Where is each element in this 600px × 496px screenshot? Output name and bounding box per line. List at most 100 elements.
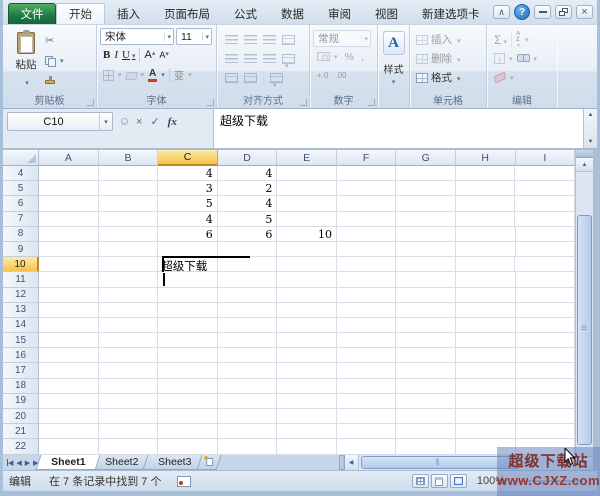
- cell-B4[interactable]: [98, 166, 159, 182]
- macro-record-button[interactable]: [177, 475, 192, 487]
- wrap-text-icon[interactable]: [282, 34, 295, 45]
- cell-I18[interactable]: [515, 378, 575, 394]
- scroll-up-button[interactable]: ▲: [576, 158, 593, 172]
- cell-C18[interactable]: [158, 378, 218, 394]
- close-button[interactable]: ×: [576, 5, 593, 19]
- cell-E17[interactable]: [277, 363, 337, 379]
- comma-button[interactable]: ,: [361, 51, 364, 63]
- sheet-tab-Sheet1[interactable]: Sheet1: [35, 455, 101, 470]
- tab-视图[interactable]: 视图: [363, 3, 410, 24]
- cell-F9[interactable]: [336, 241, 397, 258]
- cell-F8[interactable]: [336, 226, 397, 242]
- tab-页面布局[interactable]: 页面布局: [152, 3, 222, 24]
- styles-icon[interactable]: A: [382, 31, 405, 55]
- cell-E11[interactable]: [277, 272, 337, 288]
- align-bottom-icon[interactable]: [263, 35, 276, 44]
- cell-G11[interactable]: [396, 272, 456, 288]
- cell-D8[interactable]: 6: [217, 226, 278, 242]
- cell-H21[interactable]: [455, 424, 516, 440]
- cell-H10[interactable]: [455, 257, 516, 273]
- column-header-A[interactable]: A: [39, 150, 99, 166]
- cell-C12[interactable]: [158, 287, 218, 303]
- cell-F16[interactable]: [336, 348, 397, 364]
- next-sheet-button[interactable]: ▶: [25, 459, 30, 467]
- cell-I19[interactable]: [515, 393, 575, 409]
- cell-I4[interactable]: [515, 166, 575, 182]
- tab-公式[interactable]: 公式: [222, 3, 269, 24]
- cell-I17[interactable]: [515, 363, 575, 379]
- cell-C8[interactable]: 6: [158, 226, 218, 242]
- cell-E7[interactable]: [277, 211, 337, 227]
- cell-D19[interactable]: [217, 393, 278, 409]
- cell-B21[interactable]: [98, 424, 159, 440]
- cell-C14[interactable]: [158, 317, 218, 334]
- name-box-dropdown-icon[interactable]: ▾: [99, 113, 112, 130]
- cell-I12[interactable]: [515, 287, 575, 303]
- formula-input[interactable]: 超级下载: [213, 109, 583, 148]
- name-box[interactable]: C10 ▾: [7, 112, 113, 131]
- cell-E4[interactable]: [277, 166, 337, 182]
- clear-button[interactable]: [493, 69, 514, 87]
- cell-F11[interactable]: [336, 272, 397, 288]
- normal-view-button[interactable]: [411, 474, 429, 488]
- fill-color-button[interactable]: [124, 66, 145, 84]
- cell-F15[interactable]: [336, 333, 397, 349]
- cell-F20[interactable]: [336, 409, 397, 425]
- cell-C6[interactable]: 5: [158, 196, 218, 212]
- cell-A11[interactable]: [39, 272, 99, 288]
- tab-开始[interactable]: 开始: [56, 3, 105, 24]
- cell-H11[interactable]: [455, 272, 516, 288]
- align-middle-icon[interactable]: [244, 35, 257, 44]
- cell-A16[interactable]: [39, 348, 99, 364]
- column-header-F[interactable]: F: [336, 150, 397, 166]
- cell-E21[interactable]: [277, 424, 337, 440]
- cell-A8[interactable]: [39, 226, 99, 242]
- cell-C19[interactable]: [158, 393, 218, 409]
- grow-font-button[interactable]: A: [144, 49, 155, 61]
- insert-worksheet-button[interactable]: [196, 455, 221, 470]
- underline-button[interactable]: U: [122, 49, 135, 61]
- cell-E9[interactable]: [277, 241, 337, 258]
- cell-C16[interactable]: [158, 348, 218, 364]
- cell-I16[interactable]: [515, 348, 575, 364]
- cell-D20[interactable]: [217, 409, 278, 425]
- cell-D4[interactable]: 4: [217, 166, 278, 182]
- cell-A18[interactable]: [39, 378, 99, 394]
- cell-G22[interactable]: [396, 439, 456, 455]
- cell-H8[interactable]: [456, 226, 516, 242]
- find-select-button[interactable]: [516, 50, 538, 68]
- cell-F13[interactable]: [336, 302, 397, 318]
- cell-B18[interactable]: [98, 378, 159, 394]
- tab-插入[interactable]: 插入: [105, 3, 152, 24]
- cell-B17[interactable]: [98, 363, 159, 379]
- cell-A10[interactable]: [39, 257, 99, 273]
- increase-decimal-button[interactable]: +.0: [317, 71, 328, 80]
- tab-数据[interactable]: 数据: [269, 3, 316, 24]
- cell-H13[interactable]: [455, 302, 516, 318]
- phonetic-button[interactable]: 变: [174, 66, 192, 84]
- cell-F5[interactable]: [336, 181, 397, 197]
- row-header-22[interactable]: 22: [3, 439, 40, 455]
- cell-I11[interactable]: [515, 272, 575, 288]
- cell-G8[interactable]: [396, 226, 456, 242]
- cell-H18[interactable]: [455, 378, 516, 394]
- cell-D15[interactable]: [217, 333, 278, 349]
- cell-A4[interactable]: [39, 166, 99, 182]
- cell-D10[interactable]: [217, 257, 278, 273]
- merge-center-icon[interactable]: [282, 53, 295, 64]
- formula-bar-expand-control[interactable]: ▲ ▼: [583, 109, 597, 148]
- font-size-select[interactable]: 11 ▾: [176, 28, 212, 45]
- cell-G12[interactable]: [396, 287, 456, 303]
- cell-G15[interactable]: [396, 333, 456, 349]
- cell-I7[interactable]: [515, 211, 575, 227]
- minimize-button[interactable]: [534, 5, 551, 19]
- cell-H12[interactable]: [455, 287, 516, 303]
- cell-E6[interactable]: [277, 196, 337, 212]
- cell-A13[interactable]: [39, 302, 99, 318]
- cell-G9[interactable]: [396, 241, 456, 258]
- cell-A14[interactable]: [39, 317, 99, 334]
- cell-G20[interactable]: [396, 409, 456, 425]
- cell-E8[interactable]: 10: [277, 226, 337, 242]
- enter-entry-button[interactable]: ✓: [150, 115, 159, 128]
- cell-F10[interactable]: [336, 257, 397, 273]
